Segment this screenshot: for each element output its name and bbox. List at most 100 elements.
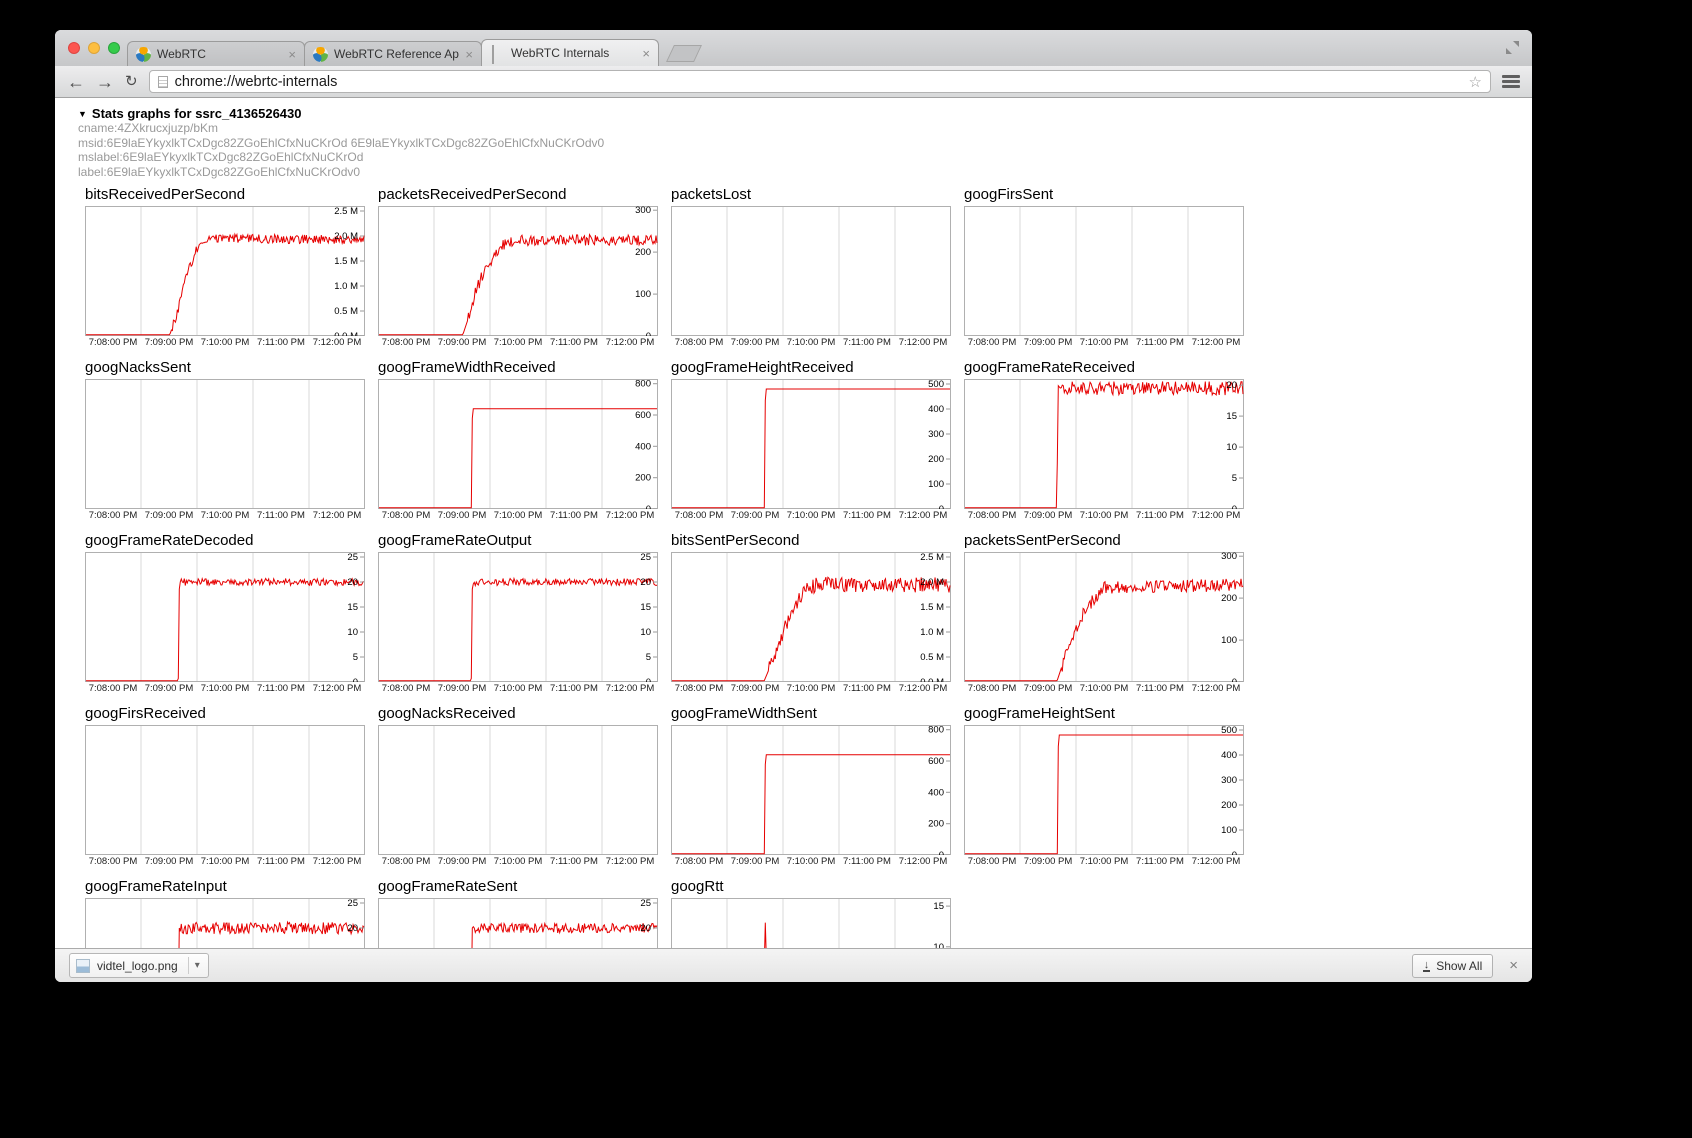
tab-close-icon[interactable]: × [642,47,650,60]
svg-text:500: 500 [928,379,944,390]
x-tick-label: 7:11:00 PM [839,683,895,694]
chart-plot: 20151050 [964,379,1244,509]
chart-googFrameWidthSent: googFrameWidthSent 8006004002000 7:08:00… [671,705,964,878]
x-tick-label: 7:12:00 PM [602,856,658,867]
x-tick-label: 7:08:00 PM [378,337,434,348]
svg-text:200: 200 [635,247,651,258]
x-tick-label: 7:10:00 PM [197,337,253,348]
forward-button[interactable]: → [96,73,114,91]
cname-line: cname:4ZXkrucxjuzp/bKm [78,121,1532,136]
chart-plot: 2520151050 [85,898,365,948]
chart-x-labels: 7:08:00 PM7:09:00 PM7:10:00 PM7:11:00 PM… [378,337,658,348]
chart-title: packetsReceivedPerSecond [378,186,671,203]
svg-text:5: 5 [646,652,651,663]
chart-bitsSentPerSecond: bitsSentPerSecond 2.5 M2.0 M1.5 M1.0 M0.… [671,532,964,705]
x-tick-label: 7:10:00 PM [783,683,839,694]
svg-text:5: 5 [1232,473,1237,484]
chart-title: googFrameHeightReceived [671,359,964,376]
chart-googFrameHeightSent: googFrameHeightSent 5004003002001000 7:0… [964,705,1257,878]
x-tick-label: 7:10:00 PM [490,337,546,348]
svg-text:0.5 M: 0.5 M [334,306,358,317]
chart-plot: 2520151050 [85,552,365,682]
svg-text:100: 100 [928,479,944,490]
x-tick-label: 7:11:00 PM [839,856,895,867]
chart-plot [378,725,658,855]
chart-plot: 3002001000 [964,552,1244,682]
show-all-button[interactable]: ↓ Show All [1412,954,1494,978]
x-tick-label: 7:11:00 PM [1132,683,1188,694]
svg-text:300: 300 [1221,775,1237,786]
x-tick-label: 7:08:00 PM [964,683,1020,694]
tab-title: WebRTC Reference App [334,47,459,61]
chart-plot: 2520151050 [378,552,658,682]
svg-text:0.0 M: 0.0 M [334,331,358,336]
chart-x-labels: 7:08:00 PM7:09:00 PM7:10:00 PM7:11:00 PM… [964,683,1244,694]
tab-close-icon[interactable]: × [465,48,473,61]
chart-title: packetsSentPerSecond [964,532,1257,549]
new-tab-button[interactable] [666,45,702,62]
tab-webrtc-internals[interactable]: WebRTC Internals × [481,39,659,66]
zoom-window-button[interactable] [108,42,120,54]
collapse-triangle-icon: ▼ [78,109,87,119]
chart-googNacksSent: googNacksSent 7:08:00 PM7:09:00 PM7:10:0… [85,359,378,532]
svg-text:300: 300 [635,206,651,216]
svg-text:0: 0 [646,504,651,509]
chart-googFirsSent: googFirsSent 7:08:00 PM7:09:00 PM7:10:00… [964,186,1257,359]
download-item[interactable]: vidtel_logo.png ▾ [69,953,209,978]
chart-plot [964,206,1244,336]
svg-text:0.0 M: 0.0 M [920,677,944,682]
x-tick-label: 7:09:00 PM [141,683,197,694]
svg-text:10: 10 [640,627,651,638]
svg-text:0: 0 [1232,677,1237,682]
chart-title: googFirsReceived [85,705,378,722]
back-button[interactable]: ← [67,73,85,91]
mslabel-line: mslabel:6E9laEYkyxlkTCxDgc82ZGoEhlCfxNuC… [78,150,1532,165]
fullscreen-arrows-icon[interactable] [1506,41,1519,54]
x-tick-label: 7:11:00 PM [839,510,895,521]
close-window-button[interactable] [68,42,80,54]
chart-x-labels: 7:08:00 PM7:09:00 PM7:10:00 PM7:11:00 PM… [671,337,951,348]
reload-button[interactable]: ↻ [125,74,138,89]
svg-text:0: 0 [1232,504,1237,509]
chevron-down-icon[interactable]: ▾ [189,960,206,971]
chart-plot: 8006004002000 [671,725,951,855]
x-tick-label: 7:09:00 PM [727,683,783,694]
x-tick-label: 7:11:00 PM [546,856,602,867]
chart-title: googFrameWidthSent [671,705,964,722]
tab-close-icon[interactable]: × [288,48,296,61]
address-bar[interactable]: chrome://webrtc-internals ☆ [149,70,1491,93]
url-text[interactable]: chrome://webrtc-internals [175,74,1462,90]
stats-section-toggle[interactable]: ▼ Stats graphs for ssrc_4136526430 [78,106,1532,121]
svg-text:0: 0 [1232,850,1237,855]
svg-text:200: 200 [928,454,944,465]
tab-webrtc-reference-app[interactable]: WebRTC Reference App × [304,41,482,66]
bookmark-star-icon[interactable]: ☆ [1469,73,1482,91]
svg-text:100: 100 [1221,825,1237,836]
tab-title: WebRTC [157,47,282,61]
svg-text:0: 0 [939,850,944,855]
chart-x-labels: 7:08:00 PM7:09:00 PM7:10:00 PM7:11:00 PM… [964,856,1244,867]
tab-webrtc[interactable]: WebRTC × [127,41,305,66]
svg-text:1.0 M: 1.0 M [334,281,358,292]
chart-plot: 5004003002001000 [671,379,951,509]
x-tick-label: 7:11:00 PM [1132,337,1188,348]
x-tick-label: 7:11:00 PM [253,856,309,867]
minimize-window-button[interactable] [88,42,100,54]
svg-text:20: 20 [347,923,358,934]
toolbar: ← → ↻ chrome://webrtc-internals ☆ [55,66,1532,98]
chart-packetsSentPerSecond: packetsSentPerSecond 3002001000 7:08:00 … [964,532,1257,705]
menu-button[interactable] [1502,75,1520,88]
x-tick-label: 7:11:00 PM [1132,856,1188,867]
download-file-name: vidtel_logo.png [97,959,178,973]
svg-text:200: 200 [635,473,651,484]
chart-title: googFrameRateInput [85,878,378,895]
x-tick-label: 7:12:00 PM [895,856,951,867]
close-download-bar-icon[interactable]: × [1509,957,1518,974]
svg-text:800: 800 [928,725,944,736]
svg-text:0.5 M: 0.5 M [920,652,944,663]
chart-title: googFrameRateSent [378,878,671,895]
chart-googFrameRateOutput: googFrameRateOutput 2520151050 7:08:00 P… [378,532,671,705]
chart-title: googNacksSent [85,359,378,376]
x-tick-label: 7:09:00 PM [434,510,490,521]
chart-x-labels: 7:08:00 PM7:09:00 PM7:10:00 PM7:11:00 PM… [85,337,365,348]
